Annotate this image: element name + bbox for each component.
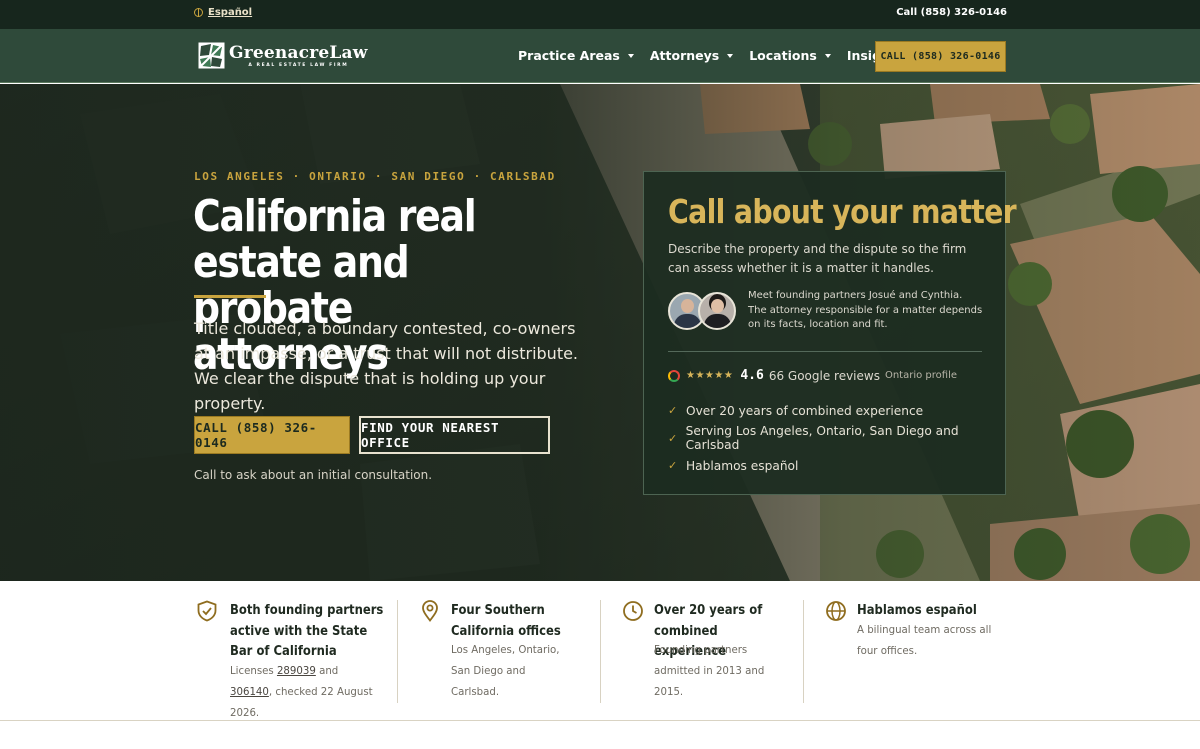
google-reviews[interactable]: ★★★★★ 4.6 66 Google reviews Ontario prof… (668, 368, 957, 383)
trust-body: Los Angeles, Ontario, San Diego and Carl… (451, 645, 560, 698)
shield-check-icon (196, 600, 218, 622)
check-text: Serving Los Angeles, Ontario, San Diego … (685, 424, 959, 453)
hero-subtitle: Title clouded, a boundary contested, co-… (194, 319, 579, 413)
hero-locations-eyebrow: LOS ANGELES · ONTARIO · SAN DIEGO · CARL… (194, 170, 556, 183)
google-icon (668, 369, 680, 382)
partners-intro: Meet founding partners Josué and Cynthia… (748, 290, 983, 330)
trust-body: Founding partners admitted in 2013 and 2… (654, 645, 765, 698)
language-link[interactable]: Español (208, 7, 252, 18)
chevron-down-icon (627, 53, 634, 58)
checkmark-icon: ✓ (668, 459, 678, 473)
rating-value: 4.6 (740, 368, 764, 383)
list-item: ✓ Over 20 years of combined experience (668, 397, 1005, 425)
chevron-down-icon (824, 53, 831, 58)
trust-item-spanish: Hablamos español A bilingual team across… (803, 600, 1003, 703)
nav-practice-areas[interactable]: Practice Areas (518, 48, 634, 63)
hero-call-button[interactable]: CALL (858) 326-0146 (194, 416, 350, 454)
checkmark-icon: ✓ (668, 431, 678, 445)
trust-item-offices: Four Southern California offices Los Ang… (397, 600, 600, 703)
header-call-button[interactable]: CALL (858) 326-0146 (875, 41, 1006, 72)
card-divider (668, 351, 982, 352)
hero-section: LOS ANGELES · ONTARIO · SAN DIEGO · CARL… (0, 84, 1200, 581)
trust-title: Both founding partners active with the S… (230, 602, 384, 659)
license-link[interactable]: 289039 (277, 666, 316, 677)
card-title: Call about your matter (668, 192, 1017, 231)
license-link[interactable]: 306140 (230, 687, 269, 698)
logo-name: GreenacreLaw (229, 42, 368, 63)
trust-item-state-bar: Both founding partners active with the S… (196, 600, 396, 719)
main-nav: Practice Areas Attorneys Locations Insig… (518, 48, 933, 63)
review-count: 66 Google reviews (768, 368, 880, 383)
check-text: Over 20 years of combined experience (686, 403, 924, 418)
card-checklist: ✓ Over 20 years of combined experience ✓… (668, 397, 1005, 480)
contact-card: Call about your matter Describe the prop… (643, 171, 1017, 495)
check-text: Hablamos español (686, 458, 799, 473)
logo-tagline: A REAL ESTATE LAW FIRM (248, 62, 349, 68)
site-logo[interactable]: GreenacreLaw A REAL ESTATE LAW FIRM (198, 42, 368, 69)
license-joiner: and (315, 666, 339, 677)
utility-bar: Español Call (858) 326-0146 (0, 0, 1200, 29)
globe-icon (825, 600, 847, 622)
trust-body: A bilingual team across all four offices… (857, 625, 992, 657)
license-prefix: Licenses (230, 666, 277, 677)
review-profile-label: Ontario profile (884, 370, 957, 381)
trust-title: Hablamos español (857, 602, 977, 618)
title-underline (194, 295, 266, 298)
checkmark-icon: ✓ (668, 404, 678, 418)
topbar-phone-link[interactable]: Call (858) 326-0146 (896, 7, 1007, 18)
star-rating-icon: ★★★★★ (686, 370, 734, 381)
card-description: Describe the property and the dispute so… (668, 242, 967, 275)
map-pin-icon (419, 600, 441, 622)
nav-label: Locations (749, 48, 817, 63)
nav-label: Attorneys (649, 48, 720, 63)
nav-locations[interactable]: Locations (749, 48, 831, 63)
trust-title: Four Southern California offices (451, 602, 561, 639)
hero-overlay (0, 84, 1200, 581)
avatar (698, 292, 736, 330)
logo-mark-icon (198, 42, 225, 69)
list-item: ✓ Serving Los Angeles, Ontario, San Dieg… (668, 424, 1005, 453)
chevron-down-icon (727, 53, 734, 58)
site-header: GreenacreLaw A REAL ESTATE LAW FIRM Prac… (0, 29, 1200, 83)
nav-attorneys[interactable]: Attorneys (649, 48, 734, 63)
clock-icon (622, 600, 644, 622)
list-item: ✓ Hablamos español (668, 452, 1005, 480)
trust-item-experience: Over 20 years of combined experience Fou… (600, 600, 803, 703)
hero-consultation-note: Call to ask about an initial consultatio… (194, 468, 433, 482)
logo-wordmark: GreenacreLaw A REAL ESTATE LAW FIRM (229, 44, 368, 68)
partner-avatars (668, 292, 738, 330)
find-office-button[interactable]: FIND YOUR NEAREST OFFICE (359, 416, 550, 454)
trust-strip: Both founding partners active with the S… (0, 581, 1200, 721)
nav-label: Practice Areas (518, 48, 620, 63)
language-switcher[interactable]: Español (194, 7, 252, 18)
trust-body: Licenses 289039 and 306140, checked 22 A… (230, 661, 380, 724)
globe-icon (194, 8, 203, 17)
